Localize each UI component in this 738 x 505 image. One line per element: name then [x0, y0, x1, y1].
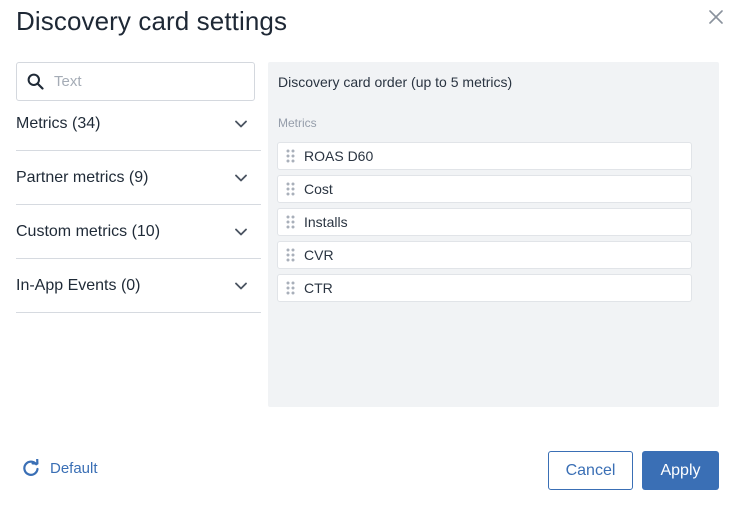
- reset-icon: [23, 459, 39, 476]
- apply-button[interactable]: Apply: [642, 451, 719, 490]
- reset-default-button[interactable]: Default: [22, 459, 98, 477]
- selected-metric-label: ROAS D60: [304, 148, 374, 164]
- close-icon: [709, 10, 723, 24]
- selected-metric-item[interactable]: CVR: [277, 241, 692, 269]
- cancel-button[interactable]: Cancel: [548, 451, 633, 490]
- selected-metric-item[interactable]: CTR: [277, 274, 692, 302]
- metric-picker: Metrics (34) Partner metrics (9) Custom …: [16, 62, 261, 313]
- card-order-title: Discovery card order (up to 5 metrics): [278, 74, 513, 90]
- dialog-title: Discovery card settings: [16, 6, 288, 36]
- drag-handle-icon[interactable]: [286, 215, 295, 229]
- accordion-partner-metrics[interactable]: Partner metrics (9): [16, 151, 261, 205]
- accordion-label: Custom metrics (10): [16, 222, 161, 240]
- search-input[interactable]: [54, 73, 234, 90]
- selected-metric-item[interactable]: Installs: [277, 208, 692, 236]
- accordion-custom-metrics[interactable]: Custom metrics (10): [16, 205, 261, 259]
- selected-metric-label: Cost: [304, 181, 333, 197]
- selected-metric-item[interactable]: ROAS D60: [277, 142, 692, 170]
- drag-handle-icon[interactable]: [286, 182, 295, 196]
- search-box: [16, 62, 255, 101]
- selected-metric-label: CTR: [304, 280, 333, 296]
- accordion-metrics[interactable]: Metrics (34): [16, 97, 261, 151]
- accordion-in-app-events[interactable]: In-App Events (0): [16, 259, 261, 313]
- card-order-panel: Discovery card order (up to 5 metrics) M…: [268, 62, 719, 407]
- selected-metric-item[interactable]: Cost: [277, 175, 692, 203]
- card-order-subtitle: Metrics: [278, 116, 317, 130]
- selected-metric-label: Installs: [304, 214, 348, 230]
- selected-metrics-list: ROAS D60 Cost Installs CVR CTR: [277, 142, 692, 307]
- discovery-card-settings-dialog: Discovery card settings Metrics (34) Par…: [0, 0, 738, 505]
- drag-handle-icon[interactable]: [286, 281, 295, 295]
- drag-handle-icon[interactable]: [286, 149, 295, 163]
- chevron-down-icon: [235, 120, 247, 127]
- metric-categories: Metrics (34) Partner metrics (9) Custom …: [16, 97, 261, 313]
- chevron-down-icon: [235, 282, 247, 289]
- default-label: Default: [50, 459, 98, 477]
- selected-metric-label: CVR: [304, 247, 334, 263]
- accordion-label: Partner metrics (9): [16, 168, 149, 186]
- drag-handle-icon[interactable]: [286, 248, 295, 262]
- accordion-label: In-App Events (0): [16, 276, 141, 294]
- close-button[interactable]: [704, 5, 728, 29]
- accordion-label: Metrics (34): [16, 114, 101, 132]
- chevron-down-icon: [235, 228, 247, 235]
- search-icon: [27, 73, 44, 90]
- chevron-down-icon: [235, 174, 247, 181]
